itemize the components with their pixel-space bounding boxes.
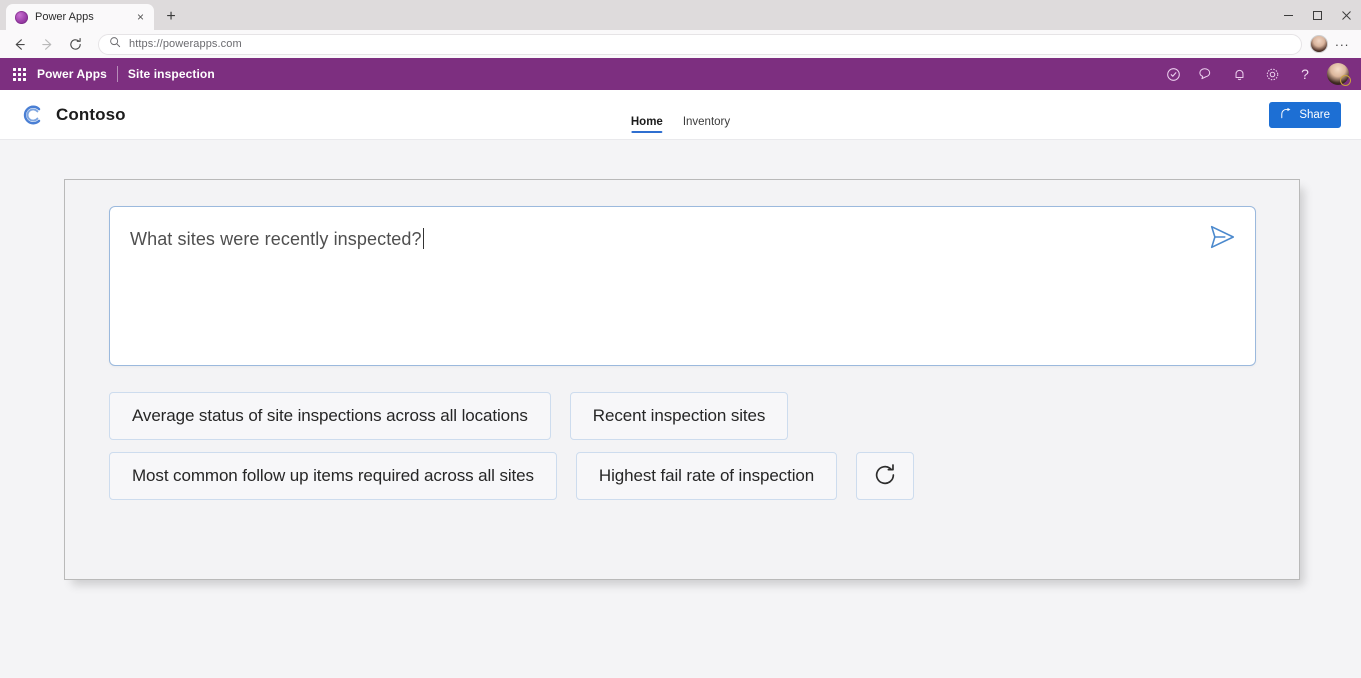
back-button-icon[interactable] bbox=[6, 32, 32, 56]
prompt-input-value: What sites were recently inspected? bbox=[130, 229, 422, 249]
suggestion-row-2: Most common follow up items required acr… bbox=[109, 452, 1256, 500]
powerapps-favicon-icon bbox=[15, 10, 28, 24]
app-launcher-icon[interactable] bbox=[7, 62, 31, 86]
close-window-button[interactable] bbox=[1332, 0, 1361, 30]
trial-badge-icon[interactable] bbox=[1162, 63, 1184, 85]
app-header: Contoso Home Inventory Share bbox=[0, 90, 1361, 140]
share-icon bbox=[1280, 107, 1293, 123]
browser-toolbar: https://powerapps.com ··· bbox=[0, 30, 1361, 58]
browser-tab[interactable]: Power Apps × bbox=[6, 4, 154, 30]
share-button-label: Share bbox=[1299, 108, 1330, 121]
settings-gear-icon[interactable] bbox=[1261, 63, 1283, 85]
text-caret bbox=[422, 228, 425, 249]
suggestion-row-1: Average status of site inspections acros… bbox=[109, 392, 1256, 440]
maximize-window-button[interactable] bbox=[1303, 0, 1332, 30]
refresh-suggestions-button[interactable] bbox=[856, 452, 915, 500]
share-button[interactable]: Share bbox=[1269, 101, 1341, 128]
forward-button-icon[interactable] bbox=[34, 32, 60, 56]
browser-tab-strip: Power Apps × + bbox=[0, 0, 1361, 30]
refresh-suggestions-icon bbox=[872, 462, 898, 491]
new-tab-button[interactable]: + bbox=[158, 4, 184, 30]
app-canvas: What sites were recently inspected? Aver… bbox=[64, 179, 1300, 580]
address-bar[interactable]: https://powerapps.com bbox=[98, 33, 1302, 55]
suite-bar-brand[interactable]: Power Apps bbox=[37, 67, 117, 81]
suggestion-chip[interactable]: Average status of site inspections acros… bbox=[109, 392, 551, 440]
suggestion-chip[interactable]: Most common follow up items required acr… bbox=[109, 452, 557, 500]
app-nav-tabs: Home Inventory bbox=[630, 90, 730, 139]
help-icon[interactable]: ? bbox=[1294, 63, 1316, 85]
reload-button-icon[interactable] bbox=[62, 32, 88, 56]
user-avatar[interactable] bbox=[1327, 63, 1351, 86]
suite-bar: Power Apps Site inspection ? bbox=[0, 58, 1361, 90]
app-brand: Contoso bbox=[22, 104, 126, 126]
page-title: Contoso bbox=[56, 104, 126, 124]
canvas-content: What sites were recently inspected? Aver… bbox=[65, 180, 1299, 500]
suite-bar-actions: ? bbox=[1162, 63, 1351, 86]
close-tab-icon[interactable]: × bbox=[133, 10, 148, 25]
search-icon bbox=[109, 35, 121, 53]
suggestion-chip[interactable]: Highest fail rate of inspection bbox=[575, 452, 838, 500]
browser-profile-avatar[interactable] bbox=[1310, 35, 1328, 53]
suggestion-chip[interactable]: Recent inspection sites bbox=[569, 392, 789, 440]
prompt-input-container[interactable]: What sites were recently inspected? bbox=[109, 206, 1256, 366]
browser-tab-title: Power Apps bbox=[35, 11, 94, 23]
app-body: What sites were recently inspected? Aver… bbox=[0, 140, 1361, 677]
window-controls bbox=[1274, 0, 1361, 30]
tab-home[interactable]: Home bbox=[630, 116, 663, 139]
address-bar-url: https://powerapps.com bbox=[129, 38, 242, 50]
browser-toolbar-right: ··· bbox=[1310, 33, 1355, 55]
feedback-chat-icon[interactable] bbox=[1195, 63, 1217, 85]
contoso-logo-icon bbox=[22, 104, 44, 126]
suite-bar-app-name: Site inspection bbox=[127, 67, 215, 81]
tab-inventory[interactable]: Inventory bbox=[683, 116, 730, 139]
send-paper-plane-icon bbox=[1207, 222, 1237, 255]
send-button[interactable] bbox=[1205, 221, 1239, 255]
notifications-bell-icon[interactable] bbox=[1228, 63, 1250, 85]
browser-more-menu-icon[interactable]: ··· bbox=[1331, 33, 1353, 55]
minimize-window-button[interactable] bbox=[1274, 0, 1303, 30]
